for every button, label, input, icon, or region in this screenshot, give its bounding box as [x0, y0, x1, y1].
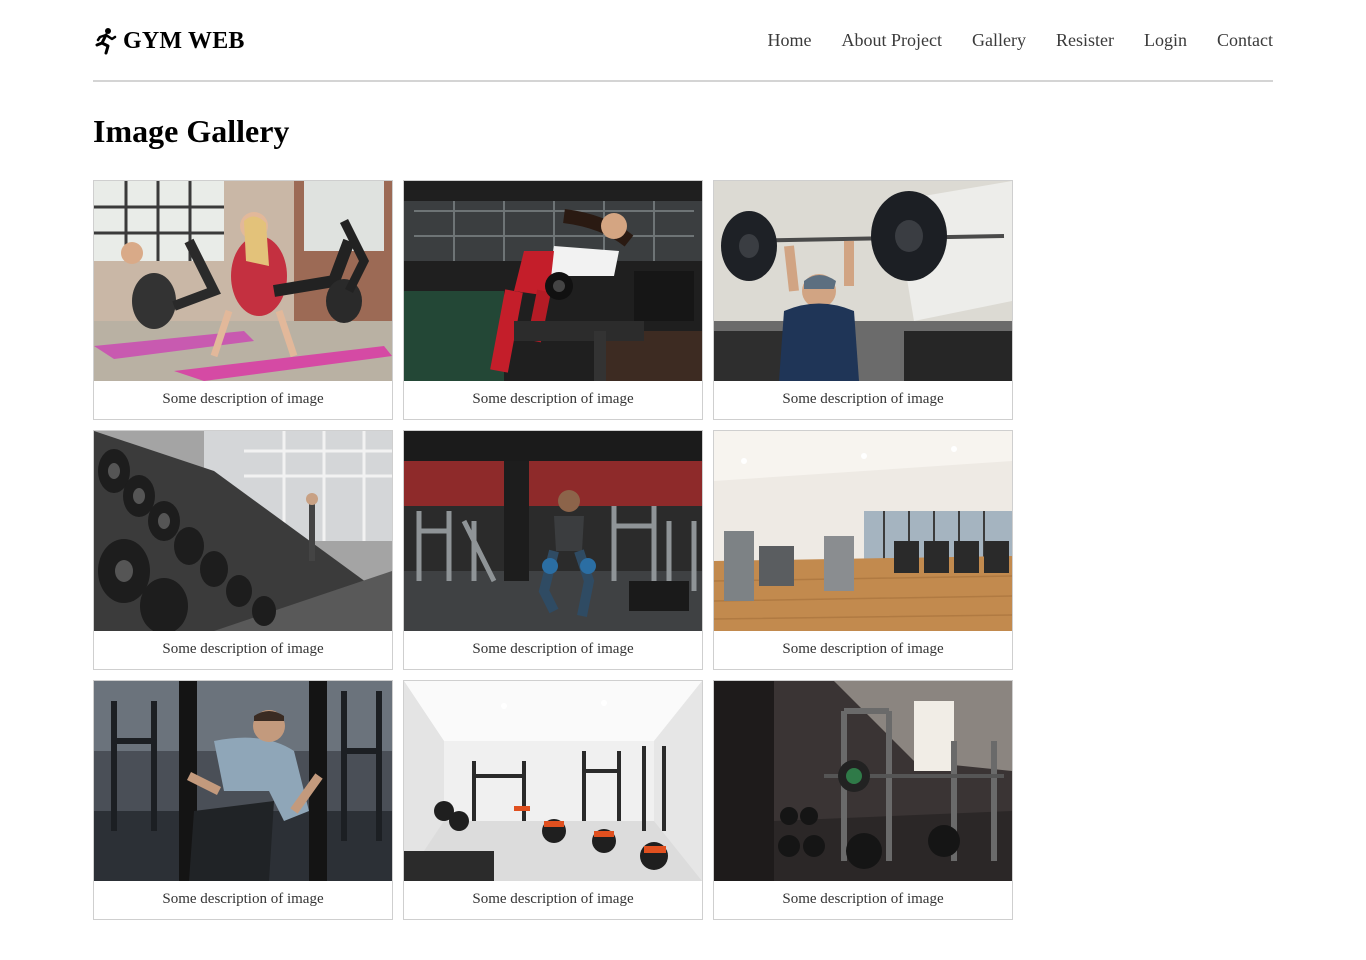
gallery-card[interactable]: Some description of image — [403, 680, 703, 920]
image-caption: Some description of image — [472, 891, 634, 907]
dumbbell-rack-photo[interactable] — [94, 431, 392, 631]
gallery-card[interactable]: Some description of image — [93, 180, 393, 420]
image-caption: Some description of image — [782, 391, 944, 407]
gallery-card[interactable]: Some description of image — [403, 180, 703, 420]
white-gym-interior-photo[interactable] — [404, 681, 702, 881]
image-caption: Some description of image — [782, 641, 944, 657]
man-lunges-gym-photo[interactable] — [404, 431, 702, 631]
nav-link-about-project[interactable]: About Project — [842, 29, 943, 51]
gallery-card[interactable]: Some description of image — [93, 430, 393, 670]
nav-link-register[interactable]: Resister — [1056, 29, 1114, 51]
image-caption: Some description of image — [162, 391, 324, 407]
brand-logo[interactable]: GYM WEB — [93, 25, 245, 57]
gallery-card[interactable]: Some description of image — [713, 180, 1013, 420]
brand-name: GYM WEB — [123, 27, 245, 54]
nav-link-contact[interactable]: Contact — [1217, 29, 1273, 51]
main-nav: Home About Project Gallery Resister Logi… — [768, 29, 1273, 51]
page-title: Image Gallery — [93, 113, 290, 149]
gallery-card[interactable]: Some description of image — [713, 430, 1013, 670]
gallery-card[interactable]: Some description of image — [713, 680, 1013, 920]
nav-link-home[interactable]: Home — [768, 29, 812, 51]
women-floor-exercise-photo[interactable] — [94, 181, 392, 381]
image-caption: Some description of image — [782, 891, 944, 907]
gallery-card[interactable]: Some description of image — [93, 680, 393, 920]
man-machine-press-photo[interactable] — [94, 681, 392, 881]
image-caption: Some description of image — [162, 641, 324, 657]
image-caption: Some description of image — [472, 641, 634, 657]
nav-link-login[interactable]: Login — [1144, 29, 1187, 51]
man-overhead-barbell-photo[interactable] — [714, 181, 1012, 381]
image-gallery-grid: Some description of image Some descripti… — [93, 180, 1013, 920]
woman-dumbbell-row-photo[interactable] — [404, 181, 702, 381]
gallery-card[interactable]: Some description of image — [403, 430, 703, 670]
running-person-icon — [93, 27, 117, 55]
image-caption: Some description of image — [162, 891, 324, 907]
site-header: GYM WEB Home About Project Gallery Resis… — [93, 0, 1273, 82]
squat-rack-room-photo[interactable] — [714, 681, 1012, 881]
nav-link-gallery[interactable]: Gallery — [972, 29, 1026, 51]
image-caption: Some description of image — [472, 391, 634, 407]
empty-gym-treadmills-photo[interactable] — [714, 431, 1012, 631]
